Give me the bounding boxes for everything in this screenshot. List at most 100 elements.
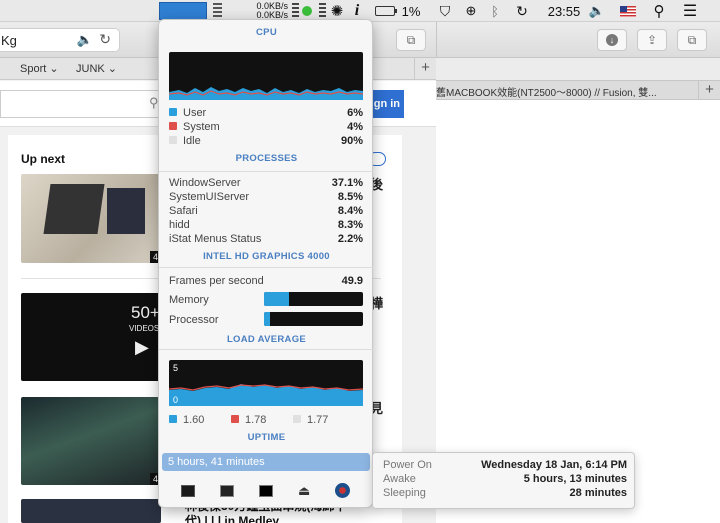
gpu-memory-bar — [264, 292, 363, 306]
process-row[interactable]: Safari 8.4% — [169, 205, 363, 217]
process-row[interactable]: hidd 8.3% — [169, 219, 363, 231]
tooltip-value: 28 minutes — [569, 487, 627, 499]
load-scale-min: 0 — [173, 395, 178, 405]
spotlight-icon[interactable]: ⚲ — [651, 0, 667, 22]
download-icon: ↓ — [606, 34, 618, 46]
playlist-label: VIDEOS — [129, 324, 160, 333]
shield-icon[interactable]: ⛉ — [437, 0, 453, 22]
vpn-icon[interactable]: ⊕ — [463, 0, 479, 22]
legend-swatch — [293, 415, 301, 423]
tab-title[interactable]: 舊MACBOOK效能(NT2500～8000) // Fusion, 雙... — [436, 84, 657, 99]
clock[interactable]: 23:55 — [545, 0, 583, 22]
speaker-icon[interactable]: 🔈 — [77, 32, 93, 48]
load-average-graph: 5 0 — [169, 360, 363, 406]
share-icon: ⇪ — [646, 33, 658, 47]
disk-label-icon — [291, 3, 299, 19]
process-name: WindowServer — [169, 177, 241, 189]
battery-shape — [375, 6, 397, 16]
cpu-row-label: System — [169, 121, 220, 133]
gpu-section-title: INTEL HD GRAPHICS 4000 — [203, 251, 330, 262]
tooltip-row: Sleeping 28 minutes — [383, 487, 627, 499]
video-thumbnail-3[interactable]: 4 — [21, 397, 161, 485]
processor-label: Processor — [169, 314, 219, 326]
process-name: SystemUIServer — [169, 191, 250, 203]
uptime-bar[interactable]: 5 hours, 41 minutes — [162, 453, 370, 471]
bookmark-junk[interactable]: JUNK ⌄ — [76, 62, 117, 75]
process-row[interactable]: iStat Menus Status 2.2% — [169, 233, 363, 245]
cpu-row-user: User 6% — [169, 107, 363, 119]
process-value: 8.3% — [337, 219, 363, 231]
system-info-icon[interactable] — [220, 485, 234, 497]
mixer-image — [43, 184, 105, 234]
legend-swatch — [231, 415, 239, 423]
process-row[interactable]: WindowServer 37.1% — [169, 177, 363, 189]
divider — [159, 267, 374, 268]
battery-icon[interactable] — [373, 0, 397, 22]
cpu-history-graph — [169, 52, 363, 100]
safari-toolbar-right: ↓ ⇪ ⧉ — [436, 22, 720, 58]
downloads-button[interactable]: ↓ — [597, 29, 627, 51]
console-icon[interactable]: ⏏ — [298, 483, 310, 499]
divider — [159, 171, 374, 172]
cpu-row-system: System 4% — [169, 121, 363, 133]
flag-icon[interactable] — [619, 0, 637, 22]
istat-app-shortcuts: ⏏ — [159, 482, 374, 504]
cpu-row-idle: Idle 90% — [169, 135, 363, 147]
activity-monitor-icon[interactable] — [181, 485, 195, 497]
sign-in-label: gn in — [373, 98, 400, 110]
terminal-icon[interactable] — [259, 485, 273, 497]
sync-icon[interactable]: ↻ — [513, 0, 531, 22]
process-name: Safari — [169, 205, 198, 217]
tabs-overview-icon: ⧉ — [406, 32, 416, 47]
tabs-overview-button[interactable]: ⧉ — [396, 29, 426, 51]
reload-icon[interactable]: ↻ — [99, 31, 111, 48]
sensor-bars-icon — [318, 3, 326, 19]
tooltip-label: Sleeping — [383, 487, 426, 499]
new-tab-button[interactable]: + — [414, 58, 436, 80]
tooltip-label: Power On — [383, 459, 432, 471]
address-field[interactable]: Kg 🔈 ↻ — [0, 28, 120, 52]
tabs-overview-icon: ⧉ — [687, 32, 697, 47]
process-value: 37.1% — [331, 177, 363, 189]
address-text: Kg — [1, 32, 17, 48]
gpu-bars-icon — [212, 3, 222, 19]
new-tab-button-right[interactable]: + — [698, 80, 720, 100]
memory-label: Memory — [169, 294, 209, 306]
bookmark-sport[interactable]: Sport ⌄ — [20, 62, 59, 75]
fps-row: Frames per second 49.9 — [169, 275, 363, 287]
gpu-processor-bar — [264, 312, 363, 326]
share-button[interactable]: ⇪ — [637, 29, 667, 51]
notification-center-icon[interactable]: ☰ — [679, 0, 701, 22]
book-image — [107, 188, 145, 234]
process-name: iStat Menus Status — [169, 233, 262, 245]
volume-icon[interactable]: 🔈 — [588, 0, 606, 22]
cpu-row-label: Idle — [169, 135, 201, 147]
load-value-1: 1.60 — [169, 414, 204, 426]
load-values-row: 1.60 1.78 1.77 — [169, 414, 363, 428]
bluetooth-icon[interactable]: ᛒ — [488, 0, 502, 22]
process-value: 8.5% — [337, 191, 363, 203]
process-value: 8.4% — [337, 205, 363, 217]
legend-swatch — [169, 136, 177, 144]
site-search-input[interactable] — [0, 90, 160, 118]
video-thumbnail-4[interactable] — [21, 499, 161, 523]
battery-percent[interactable]: 1% — [399, 0, 423, 22]
process-name: hidd — [169, 219, 190, 231]
istat-settings-icon[interactable] — [335, 483, 350, 498]
processes-section-title: PROCESSES — [235, 153, 298, 164]
video-thumbnail-1[interactable]: 4 — [21, 174, 161, 263]
uptime-section-title: UPTIME — [247, 432, 286, 443]
sign-in-button[interactable]: gn in — [370, 90, 404, 118]
cpu-row-value: 4% — [347, 121, 363, 133]
tooltip-label: Awake — [383, 473, 416, 485]
video-thumbnail-2[interactable]: 50+ VIDEOS ▶ — [21, 293, 161, 381]
tabs-overview-button-right[interactable]: ⧉ — [677, 29, 707, 51]
cpu-graph-icon — [159, 2, 207, 20]
process-row[interactable]: SystemUIServer 8.5% — [169, 191, 363, 203]
tooltip-row: Power On Wednesday 18 Jan, 6:14 PM — [383, 459, 627, 471]
divider — [159, 349, 374, 350]
legend-swatch — [169, 108, 177, 116]
network-dot-icon — [302, 6, 312, 16]
video-title-4-line2[interactable]: 代) | | | in Medley — [185, 512, 279, 523]
legend-swatch — [169, 415, 177, 423]
